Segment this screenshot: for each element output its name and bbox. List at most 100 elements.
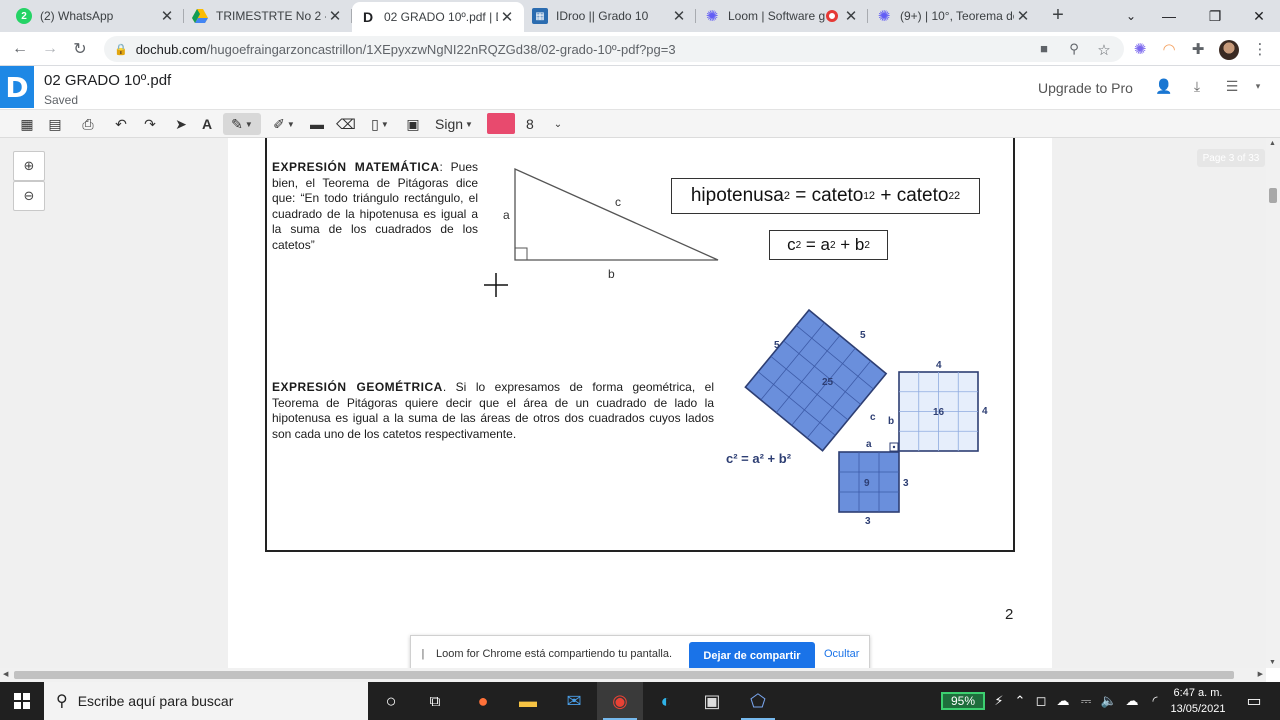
camera-icon[interactable]: ■: [1034, 41, 1054, 57]
cortana-icon[interactable]: ○: [368, 682, 414, 720]
mail-icon[interactable]: ✉: [551, 682, 597, 720]
close-icon[interactable]: ✕: [158, 7, 176, 25]
dochub-logo[interactable]: D: [0, 66, 34, 108]
close-icon[interactable]: ✕: [670, 7, 688, 25]
scroll-down-icon[interactable]: ▼: [1269, 659, 1276, 666]
thumbnails-grid-icon[interactable]: ▦: [16, 113, 38, 135]
app-icon[interactable]: ⬠: [735, 682, 781, 720]
tab-title: Loom | Software g: [728, 9, 826, 23]
highlight-tool-button[interactable]: ✐ ▼: [266, 113, 302, 135]
new-tab-button[interactable]: +: [1046, 4, 1070, 28]
tab-title: (9+) | 10°, Teorema de: [900, 9, 1014, 23]
sign-button[interactable]: Sign ▼: [432, 113, 476, 135]
start-button[interactable]: [0, 682, 44, 720]
scroll-left-icon[interactable]: ◀: [3, 670, 8, 678]
bookmark-star-icon[interactable]: ☆: [1094, 41, 1114, 59]
undo-icon[interactable]: ↶: [110, 113, 132, 135]
chrome-menu-icon[interactable]: ⋮: [1250, 39, 1270, 59]
forward-icon[interactable]: →: [38, 37, 62, 61]
label-a: a: [866, 439, 872, 450]
drag-handle-icon[interactable]: ||: [421, 648, 424, 660]
bottom-area-label: 9: [864, 478, 870, 489]
menu-icon[interactable]: ☰: [1222, 78, 1242, 98]
firefox-icon[interactable]: ●: [460, 682, 506, 720]
back-icon[interactable]: ←: [8, 37, 32, 61]
outline-icon[interactable]: ▤: [44, 113, 66, 135]
image-icon[interactable]: ▣: [402, 113, 424, 135]
profile-avatar[interactable]: [1219, 40, 1239, 60]
power-icon[interactable]: ⚡: [988, 682, 1010, 720]
tab-idroo[interactable]: ▦ IDroo || Grado 10 ✕: [524, 0, 696, 32]
pen-size-value[interactable]: 8: [526, 116, 534, 132]
zoom-out-button[interactable]: ⊖: [13, 181, 45, 211]
taskbar-search[interactable]: ⚲ Escribe aquí para buscar: [44, 682, 368, 720]
loom-extension-icon[interactable]: ✺: [1130, 39, 1150, 59]
add-user-icon[interactable]: 👤: [1154, 78, 1174, 98]
file-explorer-icon[interactable]: ▬: [505, 682, 551, 720]
meet-icon[interactable]: ◻: [1030, 682, 1052, 720]
chrome-icon[interactable]: ◉: [597, 682, 643, 720]
cloud-icon[interactable]: ☁: [1052, 682, 1074, 720]
system-clock[interactable]: 6:47 a. m. 13/05/2021: [1166, 685, 1230, 717]
battery-indicator[interactable]: 95%: [941, 692, 985, 710]
loom-icon: ✺: [705, 8, 719, 25]
chevron-down-icon[interactable]: ⌄: [547, 113, 569, 135]
zoom-icon[interactable]: ⚲: [1064, 41, 1084, 57]
close-icon[interactable]: ✕: [326, 7, 344, 25]
close-icon[interactable]: ✕: [1014, 7, 1032, 25]
scroll-up-icon[interactable]: ▲: [1269, 140, 1276, 147]
onedrive-icon[interactable]: ☁: [1121, 682, 1143, 720]
stamp-tool-button[interactable]: ▯ ▼: [362, 113, 398, 135]
right-side-right-label: 4: [982, 406, 988, 417]
chevron-down-icon[interactable]: ▾: [1248, 81, 1268, 101]
horizontal-scroll-thumb[interactable]: [14, 671, 1234, 679]
pdf-page[interactable]: EXPRESIÓN MATEMÁTICA: Pues bien, el Teor…: [228, 138, 1052, 668]
notification-icon[interactable]: ▭: [1234, 682, 1274, 720]
network-icon[interactable]: ⎓: [1075, 682, 1097, 720]
hide-link[interactable]: Ocultar: [824, 648, 859, 660]
browser-tab-strip: 2 (2) WhatsApp ✕ TRIMESTRTE No 2 - Gr ✕ …: [0, 0, 1280, 32]
tab-whatsapp[interactable]: 2 (2) WhatsApp ✕: [8, 0, 184, 32]
scroll-right-icon[interactable]: ▶: [1258, 670, 1263, 678]
reload-icon[interactable]: ↻: [68, 37, 92, 61]
minimize-icon[interactable]: —: [1146, 0, 1192, 32]
wifi-icon[interactable]: ◜: [1144, 682, 1166, 720]
eraser-icon[interactable]: ⌫: [335, 113, 357, 135]
window-close-icon[interactable]: ✕: [1236, 0, 1280, 32]
tab-teorema[interactable]: ✺ (9+) | 10°, Teorema de ✕: [868, 0, 1040, 32]
comment-icon[interactable]: ▬: [306, 113, 328, 135]
tab-loom[interactable]: ✺ Loom | Software g ✕: [696, 0, 868, 32]
task-view-icon[interactable]: ⧉: [412, 682, 458, 720]
color-swatch[interactable]: [487, 113, 515, 134]
extension-icon[interactable]: ◠: [1159, 39, 1179, 59]
store-icon[interactable]: ▣: [689, 682, 735, 720]
loom-icon: ✺: [877, 8, 891, 25]
download-icon[interactable]: ⤓: [1187, 78, 1207, 98]
address-bar[interactable]: 🔒 dochub.com/hugoefraingarzoncastrillon/…: [104, 36, 1124, 62]
close-icon[interactable]: ✕: [842, 7, 860, 25]
extensions-puzzle-icon[interactable]: ✚: [1188, 39, 1208, 59]
print-icon[interactable]: ⎙: [77, 113, 99, 135]
tray-chevron-icon[interactable]: ⌃: [1009, 682, 1031, 720]
edge-icon[interactable]: ◐: [643, 682, 689, 720]
tab-trimestre[interactable]: TRIMESTRTE No 2 - Gr ✕: [184, 0, 352, 32]
crosshair-cursor-icon: [484, 273, 508, 297]
zoom-in-button[interactable]: ⊕: [13, 151, 45, 181]
tab-dochub[interactable]: D 02 GRADO 10º.pdf | D ✕: [352, 2, 524, 32]
pythagoras-squares-diagram: 5 5 25 4 4 16 9 3 3 a b c c² = a² + b²: [726, 308, 988, 527]
restore-icon[interactable]: ❐: [1192, 0, 1238, 32]
close-icon[interactable]: ✕: [498, 8, 516, 26]
document-title[interactable]: 02 GRADO 10º.pdf: [44, 72, 171, 89]
dochub-toolbar: ▦ ▤ ⎙ ↶ ↷ ➤ A ✎ ▼ ✐ ▼ ▬ ⌫ ▯ ▼ ▣ Sign ▼ 8 ⌄: [0, 110, 1280, 138]
vertical-scrollbar[interactable]: ▲ ▼: [1266, 138, 1280, 668]
horizontal-scrollbar[interactable]: ◀ ▶: [0, 668, 1266, 682]
volume-icon[interactable]: 🔈: [1098, 682, 1120, 720]
stop-sharing-button[interactable]: Dejar de compartir: [689, 642, 815, 668]
select-pointer-icon[interactable]: ➤: [170, 113, 192, 135]
document-workspace: ⊕ ⊖ EXPRESIÓN MATEMÁTICA: Pues bien, el …: [0, 138, 1266, 668]
text-tool-icon[interactable]: A: [196, 113, 218, 135]
redo-icon[interactable]: ↷: [139, 113, 161, 135]
vertical-scroll-thumb[interactable]: [1269, 188, 1277, 203]
upgrade-button[interactable]: Upgrade to Pro: [1038, 80, 1133, 96]
draw-tool-button[interactable]: ✎ ▼: [223, 113, 261, 135]
